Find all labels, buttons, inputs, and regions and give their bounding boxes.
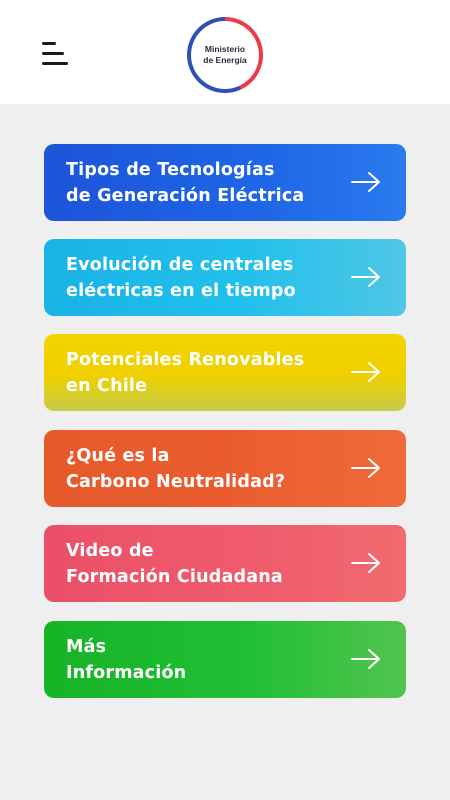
logo-inner: Ministerio de Energía (191, 21, 259, 89)
app-header: Ministerio de Energía (0, 0, 450, 104)
menu-bar (42, 52, 64, 55)
logo-line-1: Ministerio (204, 44, 246, 54)
menu-card-label: Evolución de centrales eléctricas en el … (66, 254, 296, 301)
hamburger-menu-icon[interactable] (42, 42, 72, 68)
menu-card-tipos-tecnologias[interactable]: Tipos de Tecnologías de Generación Eléct… (44, 144, 406, 221)
arrow-right-icon (351, 172, 380, 192)
menu-card-potenciales-renovables[interactable]: Potenciales Renovables en Chile (44, 334, 406, 411)
menu-card-label: Más Información (66, 636, 187, 683)
menu-card-label: Video de Formación Ciudadana (66, 540, 283, 587)
menu-card-carbono-neutralidad[interactable]: ¿Qué es la Carbono Neutralidad? (44, 430, 406, 507)
arrow-right-icon (351, 458, 380, 478)
menu-bar (42, 42, 56, 45)
menu-card-video-formacion[interactable]: Video de Formación Ciudadana (44, 525, 406, 602)
menu-card-label: Tipos de Tecnologías de Generación Eléct… (66, 159, 305, 206)
arrow-right-icon (351, 649, 380, 669)
ministerio-energia-logo: Ministerio de Energía (187, 17, 263, 93)
menu-card-label: Potenciales Renovables en Chile (66, 349, 305, 396)
arrow-right-icon (351, 267, 380, 287)
menu-card-label: ¿Qué es la Carbono Neutralidad? (66, 445, 286, 492)
menu-card-mas-informacion[interactable]: Más Información (44, 621, 406, 698)
menu-bar (42, 62, 68, 65)
arrow-right-icon (351, 553, 380, 573)
arrow-right-icon (351, 362, 380, 382)
menu-card-evolucion-centrales[interactable]: Evolución de centrales eléctricas en el … (44, 239, 406, 316)
logo-line-2: de Energía (203, 55, 247, 65)
